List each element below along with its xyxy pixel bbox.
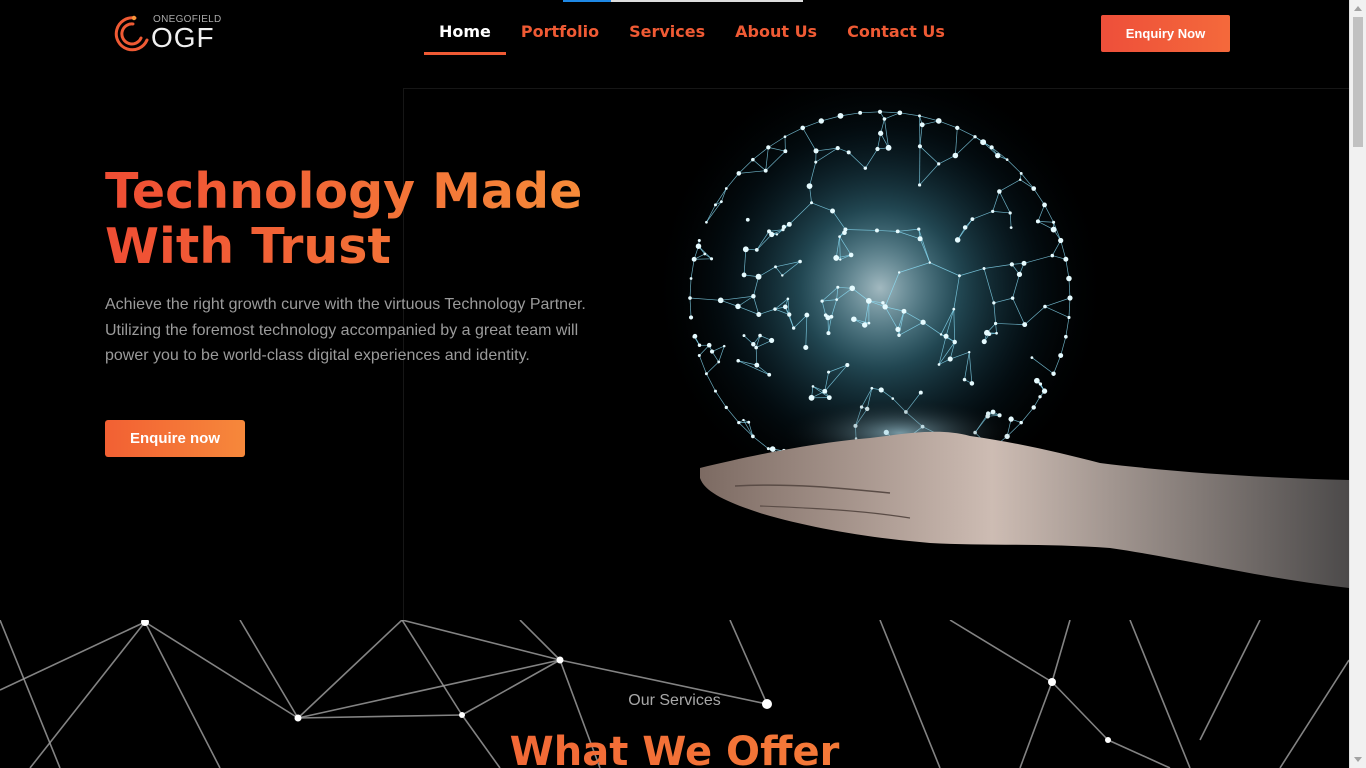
hero-title-line-1: Technology Made	[105, 163, 583, 220]
hero-title-line-2: With Trust	[105, 218, 391, 275]
hero-description: Achieve the right growth curve with the …	[105, 296, 586, 364]
logo-wordmark: OGF	[151, 22, 215, 53]
site-logo[interactable]: ONEGOFIELD OGF	[113, 12, 228, 56]
site-header: ONEGOFIELD OGF Home Portfolio Services A…	[0, 0, 1349, 68]
hero-globe-image	[640, 88, 1349, 608]
scroll-up-arrow-icon[interactable]	[1354, 6, 1362, 11]
nav-item-home[interactable]: Home	[424, 12, 506, 55]
scrollbar-thumb[interactable]	[1353, 17, 1363, 147]
page-scrollbar[interactable]	[1349, 0, 1366, 768]
main-nav: Home Portfolio Services About Us Contact…	[424, 12, 960, 55]
nav-item-portfolio[interactable]: Portfolio	[506, 12, 614, 55]
nav-item-contact-us[interactable]: Contact Us	[832, 12, 960, 55]
services-title: What We Offer	[0, 728, 1349, 768]
services-eyebrow: Our Services	[628, 692, 721, 709]
hero-title: Technology Made With Trust	[105, 164, 665, 274]
nav-item-about-us[interactable]: About Us	[720, 12, 832, 55]
scroll-down-arrow-icon[interactable]	[1354, 757, 1362, 762]
enquiry-now-button[interactable]: Enquiry Now	[1101, 15, 1230, 52]
nav-item-services[interactable]: Services	[614, 12, 720, 55]
orbit-logo-icon	[114, 15, 149, 52]
enquire-now-button[interactable]: Enquire now	[105, 420, 245, 457]
